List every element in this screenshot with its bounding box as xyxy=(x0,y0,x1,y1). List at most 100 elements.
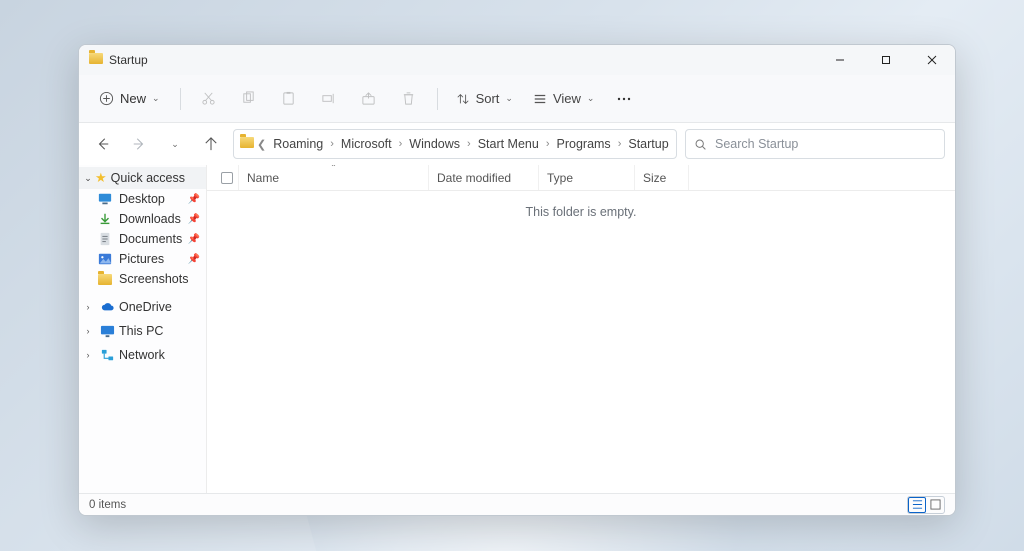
more-button[interactable] xyxy=(606,83,642,115)
sidebar: ⌄ ★ Quick access Desktop 📌 Downloads 📌 D… xyxy=(79,165,207,493)
thumbnail-view-icon xyxy=(930,499,941,510)
sidebar-item-pictures[interactable]: Pictures 📌 xyxy=(79,249,206,269)
close-button[interactable] xyxy=(909,45,955,75)
breadcrumb-item[interactable]: Microsoft xyxy=(337,135,396,153)
share-button[interactable] xyxy=(351,83,387,115)
details-view-icon xyxy=(912,499,923,510)
column-select-all[interactable] xyxy=(207,165,239,190)
rename-icon xyxy=(321,91,336,106)
folder-icon xyxy=(97,271,113,287)
sidebar-quick-access[interactable]: ⌄ ★ Quick access xyxy=(79,167,206,189)
address-bar[interactable]: ❮ Roaming › Microsoft › Windows › Start … xyxy=(233,129,677,159)
chevron-down-icon: ⌄ xyxy=(152,93,160,104)
breadcrumb-sep: ❮ xyxy=(256,138,267,151)
sidebar-item-label: This PC xyxy=(119,324,163,338)
sidebar-item-this-pc[interactable]: › This PC xyxy=(79,319,206,343)
document-icon xyxy=(97,231,113,247)
column-header-name[interactable]: Name ⌃ xyxy=(239,165,429,190)
sort-button[interactable]: Sort ⌄ xyxy=(448,83,521,115)
star-icon: ★ xyxy=(95,170,107,186)
breadcrumb-item[interactable]: Windows xyxy=(405,135,464,153)
minimize-button[interactable] xyxy=(817,45,863,75)
column-header-size[interactable]: Size xyxy=(635,165,689,190)
chevron-down-icon: ⌄ xyxy=(81,173,95,184)
paste-button[interactable] xyxy=(271,83,307,115)
delete-button[interactable] xyxy=(391,83,427,115)
sidebar-item-label: Network xyxy=(119,348,165,362)
thumbnail-view-button[interactable] xyxy=(926,497,944,513)
sidebar-item-label: OneDrive xyxy=(119,300,172,314)
sort-icon xyxy=(456,92,470,106)
cut-icon xyxy=(201,91,216,106)
toolbar-separator xyxy=(180,88,181,110)
arrow-up-icon xyxy=(204,137,218,151)
sort-button-label: Sort xyxy=(476,91,500,106)
up-button[interactable] xyxy=(197,130,225,158)
search-icon xyxy=(694,138,707,151)
sidebar-item-documents[interactable]: Documents 📌 xyxy=(79,229,206,249)
cloud-icon xyxy=(99,299,115,315)
toolbar: New ⌄ Sort ⌄ View ⌄ xyxy=(79,75,955,123)
nav-row: ⌄ ❮ Roaming › Microsoft › Windows › Star… xyxy=(79,123,955,165)
view-icon xyxy=(533,92,547,106)
sidebar-item-desktop[interactable]: Desktop 📌 xyxy=(79,189,206,209)
chevron-right-icon: › xyxy=(81,326,95,336)
window-title: Startup xyxy=(109,53,148,67)
titlebar: Startup xyxy=(79,45,955,75)
content-area: Name ⌃ Date modified Type Size This fold… xyxy=(207,165,955,493)
desktop-icon xyxy=(97,191,113,207)
ellipsis-icon xyxy=(616,91,632,107)
toolbar-separator xyxy=(437,88,438,110)
column-label: Name xyxy=(247,171,279,185)
search-input[interactable] xyxy=(715,137,936,151)
breadcrumb-item[interactable]: Startup xyxy=(624,135,672,153)
sidebar-item-label: Pictures xyxy=(119,252,164,266)
column-header-type[interactable]: Type xyxy=(539,165,635,190)
plus-circle-icon xyxy=(99,91,114,106)
pin-icon: 📌 xyxy=(188,194,200,205)
details-view-button[interactable] xyxy=(908,497,926,513)
breadcrumb-sep: › xyxy=(466,138,472,150)
breadcrumb-item[interactable]: Roaming xyxy=(269,135,327,153)
chevron-right-icon: › xyxy=(81,302,95,312)
new-button-label: New xyxy=(120,91,146,106)
arrow-left-icon xyxy=(96,137,110,151)
column-headers: Name ⌃ Date modified Type Size xyxy=(207,165,955,191)
download-icon xyxy=(97,211,113,227)
maximize-button[interactable] xyxy=(863,45,909,75)
sidebar-item-onedrive[interactable]: › OneDrive xyxy=(79,295,206,319)
arrow-right-icon xyxy=(132,137,146,151)
pin-icon: 📌 xyxy=(188,234,200,245)
breadcrumb-sep: › xyxy=(617,138,623,150)
sidebar-item-label: Screenshots xyxy=(119,272,188,286)
breadcrumb-item[interactable]: Programs xyxy=(553,135,615,153)
back-button[interactable] xyxy=(89,130,117,158)
view-toggle xyxy=(907,496,945,514)
breadcrumb-sep: › xyxy=(329,138,335,150)
sidebar-item-screenshots[interactable]: Screenshots xyxy=(79,269,206,289)
sidebar-item-network[interactable]: › Network xyxy=(79,343,206,367)
cut-button[interactable] xyxy=(191,83,227,115)
trash-icon xyxy=(401,91,416,106)
search-box[interactable] xyxy=(685,129,945,159)
forward-button[interactable] xyxy=(125,130,153,158)
sidebar-item-downloads[interactable]: Downloads 📌 xyxy=(79,209,206,229)
share-icon xyxy=(361,91,376,106)
chevron-down-icon: ⌄ xyxy=(171,139,179,150)
sidebar-item-label: Quick access xyxy=(111,171,185,185)
column-header-date[interactable]: Date modified xyxy=(429,165,539,190)
new-button[interactable]: New ⌄ xyxy=(89,83,170,115)
view-button[interactable]: View ⌄ xyxy=(525,83,603,115)
body: ⌄ ★ Quick access Desktop 📌 Downloads 📌 D… xyxy=(79,165,955,493)
chevron-down-icon: ⌄ xyxy=(587,93,595,104)
copy-button[interactable] xyxy=(231,83,267,115)
view-button-label: View xyxy=(553,91,581,106)
breadcrumb-item[interactable]: Start Menu xyxy=(474,135,543,153)
chevron-down-icon: ⌄ xyxy=(505,93,513,104)
sidebar-item-label: Desktop xyxy=(119,192,165,206)
rename-button[interactable] xyxy=(311,83,347,115)
paste-icon xyxy=(281,91,296,106)
network-icon xyxy=(99,347,115,363)
monitor-icon xyxy=(99,323,115,339)
recent-button[interactable]: ⌄ xyxy=(161,130,189,158)
